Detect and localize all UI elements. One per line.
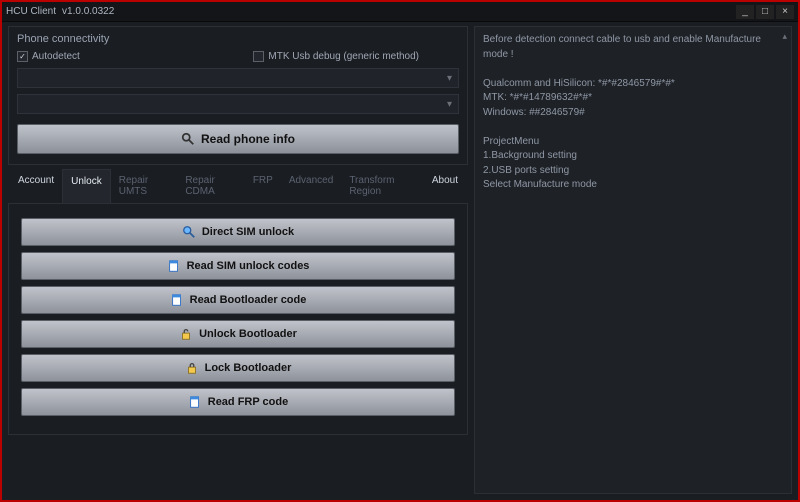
read-sim-unlock-codes-button[interactable]: Read SIM unlock codes — [21, 252, 455, 280]
button-label: Read FRP code — [208, 396, 289, 408]
button-label: Unlock Bootloader — [199, 328, 297, 340]
tab-account[interactable]: Account — [10, 169, 62, 203]
button-label: Read SIM unlock codes — [187, 260, 310, 272]
unlock-bootloader-button[interactable]: Unlock Bootloader — [21, 320, 455, 348]
titlebar: HCU Client v1.0.0.0322 _ □ × — [2, 2, 798, 22]
tab-transform-region[interactable]: Transform Region — [341, 169, 424, 203]
direct-sim-unlock-button[interactable]: Direct SIM unlock — [21, 218, 455, 246]
read-bootloader-code-button[interactable]: Read Bootloader code — [21, 286, 455, 314]
tab-about[interactable]: About — [424, 169, 466, 203]
maximize-button[interactable]: □ — [756, 5, 774, 19]
tabstrip: AccountUnlockRepair UMTSRepair CDMAFRPAd… — [8, 169, 468, 435]
log-text: Before detection connect cable to usb an… — [483, 33, 783, 193]
autodetect-label: Autodetect — [32, 51, 80, 62]
chevron-down-icon: ▾ — [447, 73, 452, 84]
button-label: Direct SIM unlock — [202, 226, 294, 238]
checkbox-icon — [253, 51, 264, 62]
read-phone-info-button[interactable]: Read phone info — [17, 124, 459, 154]
mtk-debug-checkbox[interactable]: MTK Usb debug (generic method) — [253, 51, 419, 62]
page-icon — [170, 293, 184, 307]
close-button[interactable]: × — [776, 5, 794, 19]
chevron-down-icon: ▾ — [447, 99, 452, 110]
connectivity-panel: Phone connectivity Autodetect MTK Usb de… — [8, 26, 468, 165]
tab-body-unlock: Direct SIM unlock Read SIM unlock codes Re… — [8, 204, 468, 435]
search-icon — [182, 225, 196, 239]
magnifier-icon — [181, 132, 195, 146]
window-controls: _ □ × — [736, 5, 794, 19]
device-select-2[interactable]: ▾ — [17, 94, 459, 114]
minimize-button[interactable]: _ — [736, 5, 754, 19]
tab-repair-umts[interactable]: Repair UMTS — [111, 169, 178, 203]
lock-bootloader-button[interactable]: Lock Bootloader — [21, 354, 455, 382]
page-icon — [167, 259, 181, 273]
scroll-up-icon[interactable]: ▴ — [782, 31, 787, 42]
mtk-debug-label: MTK Usb debug (generic method) — [268, 51, 419, 62]
button-label: Read Bootloader code — [190, 294, 307, 306]
app-version: v1.0.0.0322 — [62, 6, 114, 17]
button-label: Lock Bootloader — [205, 362, 292, 374]
tab-frp[interactable]: FRP — [245, 169, 281, 203]
tab-unlock[interactable]: Unlock — [62, 169, 111, 203]
tab-repair-cdma[interactable]: Repair CDMA — [177, 169, 245, 203]
connectivity-title: Phone connectivity — [17, 33, 459, 45]
tab-advanced[interactable]: Advanced — [281, 169, 341, 203]
app-title: HCU Client — [6, 6, 56, 17]
app-window: HCU Client v1.0.0.0322 _ □ × Phone conne… — [2, 2, 798, 500]
unlock-icon — [179, 327, 193, 341]
device-select-1[interactable]: ▾ — [17, 68, 459, 88]
page-icon — [188, 395, 202, 409]
autodetect-checkbox[interactable]: Autodetect — [17, 51, 80, 62]
log-panel: ▴ Before detection connect cable to usb … — [474, 26, 792, 494]
read-phone-info-label: Read phone info — [201, 132, 295, 146]
lock-icon — [185, 361, 199, 375]
checkbox-icon — [17, 51, 28, 62]
read-frp-code-button[interactable]: Read FRP code — [21, 388, 455, 416]
